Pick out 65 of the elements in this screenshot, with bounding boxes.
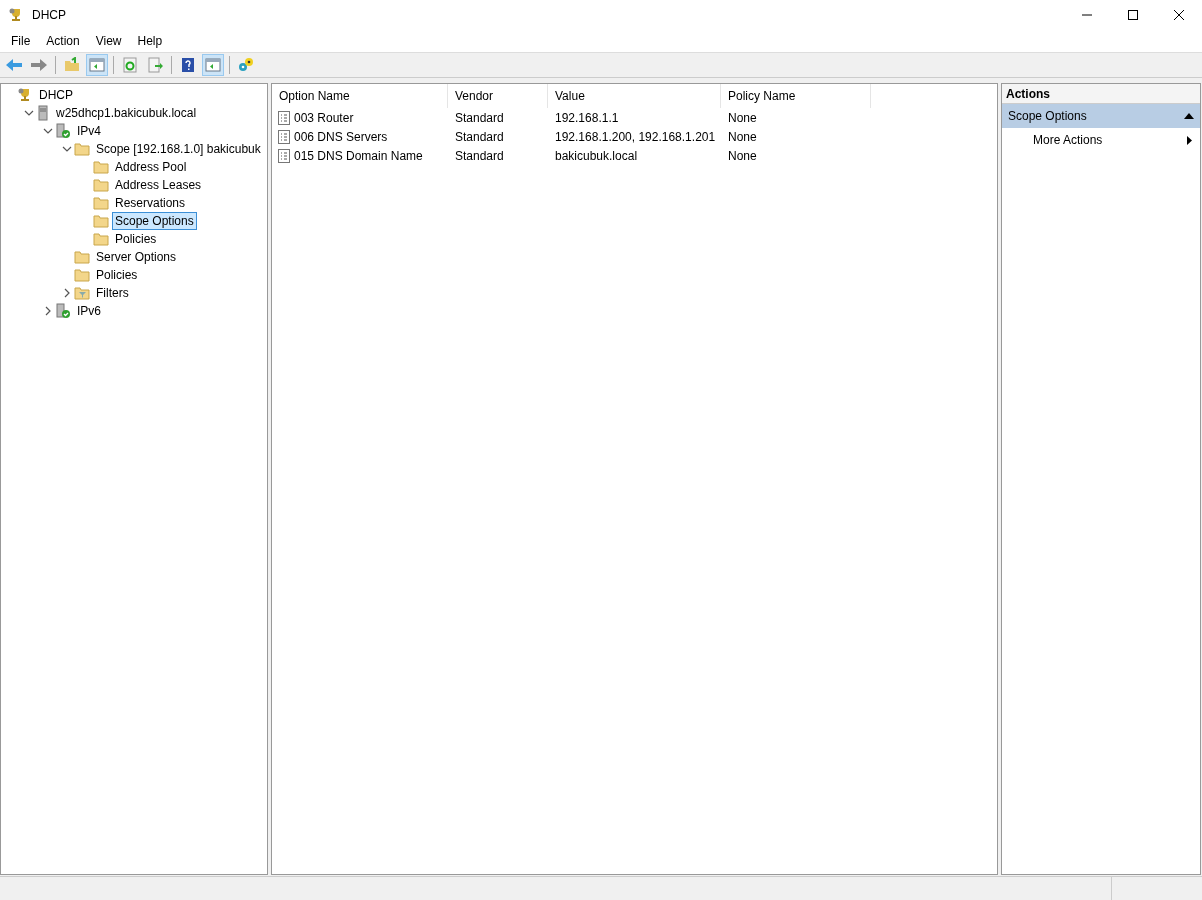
- list-item-icon: [278, 110, 290, 125]
- help-icon: [181, 57, 195, 73]
- list-item-icon: [278, 129, 290, 144]
- folder-icon: [74, 249, 90, 265]
- column-header[interactable]: Value: [548, 84, 721, 108]
- table-cell-text: None: [728, 147, 757, 165]
- tree-item[interactable]: Address Pool: [112, 158, 190, 176]
- forward-arrow-icon: [30, 58, 48, 72]
- folder-icon: [93, 195, 109, 211]
- tree-item[interactable]: IPv6: [74, 302, 104, 320]
- export-list-icon: [147, 57, 163, 73]
- menu-item[interactable]: File: [3, 30, 39, 52]
- server-check-icon: [55, 123, 71, 139]
- folder-icon: [74, 141, 90, 157]
- table-cell-text: 015 DNS Domain Name: [294, 147, 423, 165]
- table-cell-text: Standard: [455, 109, 504, 127]
- table-cell-text: Standard: [455, 128, 504, 146]
- tree-item[interactable]: w25dhcp1.bakicubuk.local: [53, 104, 200, 122]
- gears-icon: [237, 57, 255, 73]
- folder-icon: [93, 159, 109, 175]
- tree-item[interactable]: Scope [192.168.1.0] bakicubuk: [93, 140, 264, 158]
- tree-item[interactable]: IPv4: [74, 122, 104, 140]
- table-cell-text: 003 Router: [294, 109, 354, 127]
- column-header[interactable]: Policy Name: [721, 84, 871, 108]
- maximize-icon: [1128, 10, 1138, 20]
- folder-icon: [93, 231, 109, 247]
- tree-item[interactable]: Scope Options: [112, 212, 197, 230]
- actions-header: Actions: [1002, 84, 1200, 104]
- tree-item[interactable]: DHCP: [36, 86, 76, 104]
- table-cell-text: 006 DNS Servers: [294, 128, 388, 146]
- table-cell-text: None: [728, 128, 757, 146]
- submenu-arrow-icon: [1187, 135, 1192, 145]
- close-icon: [1174, 10, 1184, 20]
- table-cell-text: None: [728, 109, 757, 127]
- list-item-icon: [278, 148, 290, 163]
- menu-item[interactable]: Help: [129, 30, 171, 52]
- action-item[interactable]: More Actions: [1002, 128, 1200, 152]
- tree-item[interactable]: Address Leases: [112, 176, 205, 194]
- folder-icon: [93, 177, 109, 193]
- menu-item[interactable]: View: [87, 30, 130, 52]
- back-arrow-icon: [5, 58, 23, 72]
- tree-item[interactable]: Reservations: [112, 194, 189, 212]
- folder-icon: [74, 267, 90, 283]
- folder-up-icon: [64, 57, 80, 73]
- tree-item[interactable]: Server Options: [93, 248, 180, 266]
- refresh-icon: [122, 57, 138, 73]
- table-cell-text: 192.168.1.200, 192.168.1.201: [555, 128, 716, 146]
- pane-icon: [205, 58, 221, 72]
- column-header[interactable]: Vendor: [448, 84, 548, 108]
- folder-icon: [93, 213, 109, 229]
- table-cell-text: bakicubuk.local: [555, 147, 638, 165]
- table-cell-text: Standard: [455, 147, 504, 165]
- tree-item[interactable]: Policies: [93, 266, 141, 284]
- table-cell-text: 192.168.1.1: [555, 109, 619, 127]
- column-header[interactable]: Option Name: [272, 84, 448, 108]
- filter-folder-icon: [74, 285, 90, 301]
- window-title: DHCP: [32, 7, 66, 24]
- server-check-icon: [55, 303, 71, 319]
- tree-item[interactable]: Filters: [93, 284, 132, 302]
- pane-icon: [89, 58, 105, 72]
- actions-section[interactable]: Scope Options: [1002, 104, 1200, 128]
- server-icon: [36, 105, 50, 121]
- collapse-icon: [1184, 113, 1194, 119]
- menu-item[interactable]: Action: [38, 30, 88, 52]
- tree-item[interactable]: Policies: [112, 230, 160, 248]
